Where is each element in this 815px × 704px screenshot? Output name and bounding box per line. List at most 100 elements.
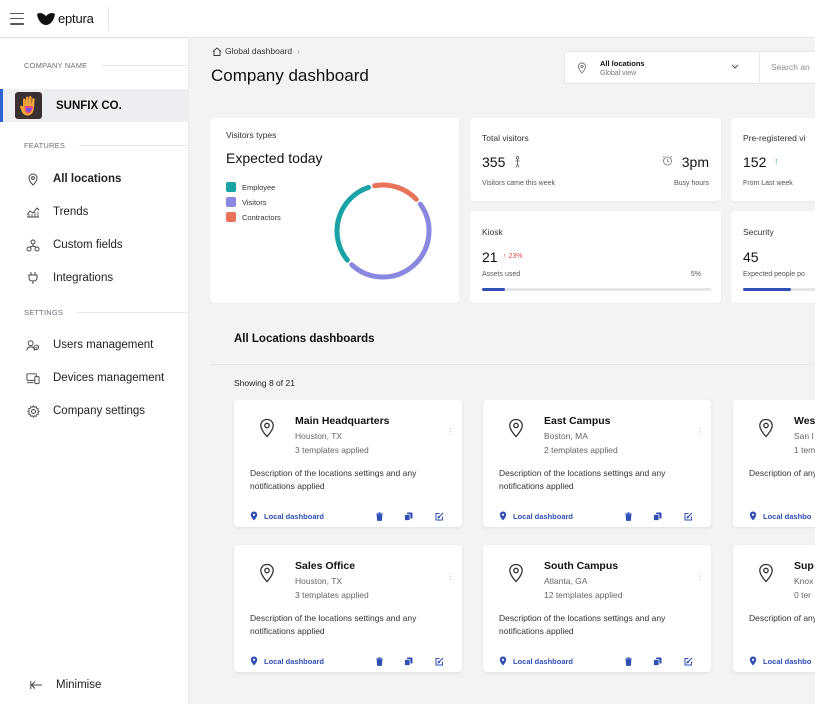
menu-icon[interactable] bbox=[10, 12, 24, 25]
sidebar-item-trends[interactable]: Trends bbox=[26, 205, 88, 219]
security-progress-fill bbox=[743, 288, 791, 291]
sidebar-item-all-locations[interactable]: All locations bbox=[26, 172, 121, 186]
more-options-icon[interactable]: · · · bbox=[449, 425, 452, 439]
more-options-icon[interactable]: · · · bbox=[698, 425, 701, 439]
sidebar-item-label: Company settings bbox=[53, 405, 146, 417]
more-options-icon[interactable]: · · · bbox=[698, 570, 701, 584]
location-pin-icon bbox=[260, 563, 274, 583]
copy-icon[interactable] bbox=[404, 512, 413, 521]
sidebar-item-custom-fields[interactable]: Custom fields bbox=[26, 238, 123, 252]
page-title: Company dashboard bbox=[211, 66, 369, 85]
sidebar-item-devices-management[interactable]: Devices management bbox=[26, 371, 164, 385]
delete-icon[interactable] bbox=[376, 657, 383, 666]
location-pin-icon bbox=[260, 418, 274, 438]
location-pin-icon bbox=[499, 656, 507, 666]
sidebar-item-users-management[interactable]: Users management bbox=[26, 338, 153, 352]
settings-section-label: SETTINGS bbox=[0, 303, 189, 321]
company-selector[interactable]: SUNFIX CO. bbox=[0, 89, 189, 122]
location-city: Houston, TX bbox=[295, 431, 343, 441]
kiosk-delta-value: 23% bbox=[508, 253, 523, 260]
busy-hours-label: Busy hours bbox=[673, 180, 709, 187]
delete-icon[interactable] bbox=[625, 512, 632, 521]
edit-icon[interactable] bbox=[435, 512, 444, 521]
edit-icon[interactable] bbox=[684, 512, 693, 521]
features-section-label: FEATURES bbox=[0, 136, 189, 154]
kiosk-subtitle: Assets used bbox=[482, 271, 521, 278]
location-card[interactable]: Wes San I 1 tem ··· Description of any n… bbox=[733, 400, 815, 527]
location-templates: 3 templates applied bbox=[295, 590, 369, 600]
location-card[interactable]: South Campus Atlanta, GA 12 templates ap… bbox=[483, 545, 711, 672]
kiosk-card: Kiosk 21 ↑ 23% Assets used 5% bbox=[470, 211, 721, 303]
minimise-button[interactable]: Minimise bbox=[29, 678, 101, 692]
preregistered-value: 152 bbox=[743, 154, 767, 170]
location-city: Houston, TX bbox=[295, 576, 343, 586]
sidebar-item-integrations[interactable]: Integrations bbox=[26, 271, 113, 285]
kiosk-value: 21 bbox=[482, 249, 498, 265]
search-input[interactable]: Search an bbox=[760, 51, 815, 84]
chevron-down-icon bbox=[731, 64, 739, 69]
total-visitors-value: 355 bbox=[482, 154, 506, 170]
visitor-types-donut-chart bbox=[334, 182, 432, 280]
location-name: Sup bbox=[794, 560, 814, 572]
home-icon bbox=[212, 46, 222, 56]
local-dashboard-link[interactable]: Local dashboard bbox=[499, 656, 573, 666]
location-pin-icon bbox=[509, 563, 523, 583]
location-description: Description of the locations settings an… bbox=[250, 468, 417, 491]
local-dashboard-link[interactable]: Local dashboard bbox=[250, 656, 324, 666]
location-pin-icon bbox=[759, 418, 773, 438]
local-dashboard-link[interactable]: Local dashbo bbox=[749, 511, 811, 521]
location-card[interactable]: Sales Office Houston, TX 3 templates app… bbox=[234, 545, 462, 672]
location-select[interactable]: All locations Global view bbox=[564, 51, 760, 84]
main-content: Global dashboard › Company dashboard All… bbox=[190, 39, 815, 704]
local-dashboard-link[interactable]: Local dashboard bbox=[250, 511, 324, 521]
breadcrumb[interactable]: Global dashboard › bbox=[212, 46, 300, 56]
local-dashboard-label: Local dashbo bbox=[763, 511, 812, 521]
security-subtitle: Expected people po bbox=[743, 271, 805, 278]
location-select-value: All locations bbox=[600, 58, 645, 68]
more-options-icon[interactable]: · · · bbox=[449, 570, 452, 584]
copy-icon[interactable] bbox=[653, 512, 662, 521]
donut-segment-visitors bbox=[349, 201, 432, 280]
trends-icon bbox=[26, 205, 40, 219]
location-pin-icon bbox=[759, 563, 773, 583]
hand-logo-icon bbox=[19, 95, 35, 116]
sidebar-item-label: Integrations bbox=[53, 272, 114, 284]
delete-icon[interactable] bbox=[376, 512, 383, 521]
person-icon bbox=[515, 156, 520, 168]
preregistered-subtitle: From Last week bbox=[743, 180, 793, 187]
location-card[interactable]: Sup Knox 0 ter ··· Description of any no… bbox=[733, 545, 815, 672]
local-dashboard-link[interactable]: Local dashboard bbox=[499, 511, 573, 521]
gear-icon bbox=[26, 404, 40, 418]
local-dashboard-link[interactable]: Local dashbo bbox=[749, 656, 811, 666]
kiosk-progress-fill bbox=[482, 288, 505, 291]
brand-logo[interactable]: eptura bbox=[36, 6, 109, 31]
security-card: Security 45 Expected people po bbox=[731, 211, 815, 303]
location-card[interactable]: East Campus Boston, MA 2 templates appli… bbox=[483, 400, 711, 527]
location-card[interactable]: Main Headquarters Houston, TX 3 template… bbox=[234, 400, 462, 527]
legend-swatch bbox=[226, 197, 236, 207]
total-visitors-title: Total visitors bbox=[482, 133, 529, 143]
location-description: Description of the locations settings an… bbox=[499, 613, 666, 636]
copy-icon[interactable] bbox=[653, 657, 662, 666]
sidebar-item-label: All locations bbox=[53, 173, 122, 185]
location-pin-icon bbox=[250, 511, 258, 521]
legend-item: Employee bbox=[226, 182, 281, 192]
total-visitors-card: Total visitors 355 Visitors came this we… bbox=[470, 118, 721, 201]
sidebar-item-company-settings[interactable]: Company settings bbox=[26, 404, 145, 418]
delete-icon[interactable] bbox=[625, 657, 632, 666]
preregistered-title: Pre-registered vi bbox=[743, 133, 806, 143]
location-city: Boston, MA bbox=[544, 431, 588, 441]
custom-fields-icon bbox=[26, 238, 40, 252]
kiosk-progress-bar bbox=[482, 288, 711, 291]
location-pin-icon bbox=[499, 511, 507, 521]
company-section-label: COMPANY NAME bbox=[0, 56, 189, 74]
breadcrumb-link[interactable]: Global dashboard bbox=[225, 46, 292, 56]
edit-icon[interactable] bbox=[684, 657, 693, 666]
edit-icon[interactable] bbox=[435, 657, 444, 666]
kiosk-delta: ↑ 23% bbox=[503, 253, 522, 260]
busy-hours-value: 3pm bbox=[681, 154, 709, 170]
location-description: Description of any notificatio bbox=[749, 468, 815, 478]
visitor-types-card: Visitors types Expected today Employee V… bbox=[210, 118, 459, 303]
copy-icon[interactable] bbox=[404, 657, 413, 666]
donut-segment-employee bbox=[334, 184, 372, 263]
